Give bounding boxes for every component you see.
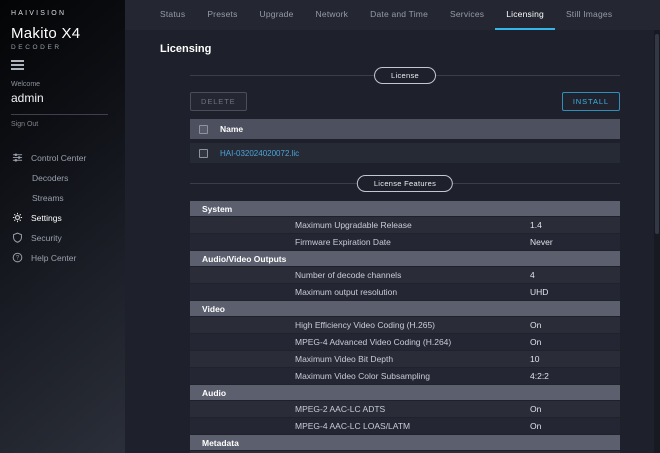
app-window: HAIVISION Makito X4 DECODER Welcome admi… <box>0 0 660 453</box>
tab-licensing[interactable]: Licensing <box>495 0 555 30</box>
sidebar-item-label: Security <box>31 233 62 243</box>
feature-value: 1.4 <box>530 220 620 230</box>
feature-row-firmware-expiration-date: Firmware Expiration DateNever <box>190 234 620 251</box>
sidebar-item-control-center[interactable]: Control Center <box>11 148 125 168</box>
features-section-divider: License Features <box>190 175 620 192</box>
sidebar-item-settings[interactable]: Settings <box>11 208 125 228</box>
feature-label: MPEG-4 Advanced Video Coding (H.264) <box>190 337 530 347</box>
select-all-checkbox[interactable] <box>199 125 208 134</box>
shield-icon <box>11 232 23 244</box>
help-icon: ? <box>11 252 23 264</box>
feature-label: Maximum Video Color Subsampling <box>190 371 530 381</box>
sidebar-item-label: Decoders <box>32 173 68 183</box>
welcome-label: Welcome <box>11 81 125 88</box>
svg-text:?: ? <box>15 256 19 262</box>
license-section-badge: License <box>374 67 436 84</box>
feature-label: Maximum Upgradable Release <box>190 220 530 230</box>
tab-upgrade[interactable]: Upgrade <box>249 0 305 30</box>
sidebar-item-security[interactable]: Security <box>11 228 125 248</box>
features-section-badge: License Features <box>357 175 453 192</box>
feature-row-mpeg-2-aac-lc-adts: MPEG-2 AAC-LC ADTSOn <box>190 401 620 418</box>
feature-row-mpeg-4-advanced-video-coding-h-264-: MPEG-4 Advanced Video Coding (H.264)On <box>190 334 620 351</box>
tab-services[interactable]: Services <box>439 0 495 30</box>
gear-icon <box>11 212 23 224</box>
product-name: Makito X4 <box>11 25 125 42</box>
feature-value: On <box>530 421 620 431</box>
brand-logo: HAIVISION <box>11 10 125 17</box>
sign-out-link[interactable]: Sign Out <box>11 121 125 128</box>
feature-row-high-efficiency-video-coding-h-265-: High Efficiency Video Coding (H.265)On <box>190 317 620 334</box>
tab-presets[interactable]: Presets <box>196 0 248 30</box>
sidebar-item-label: Settings <box>31 213 62 223</box>
feature-label: MPEG-2 AAC-LC ADTS <box>190 404 530 414</box>
feature-value: Never <box>530 237 620 247</box>
license-table-header: Name <box>190 119 620 139</box>
sidebar: HAIVISION Makito X4 DECODER Welcome admi… <box>0 0 125 453</box>
feature-label: High Efficiency Video Coding (H.265) <box>190 320 530 330</box>
device-type: DECODER <box>11 44 125 51</box>
username: admin <box>11 91 125 105</box>
feature-value: On <box>530 404 620 414</box>
license-file-link[interactable]: HAI-032024020072.lic <box>220 149 299 158</box>
feature-row-maximum-video-bit-depth: Maximum Video Bit Depth10 <box>190 351 620 368</box>
license-section-divider: License <box>190 67 620 84</box>
feature-value: On <box>530 337 620 347</box>
sidebar-item-label: Help Center <box>31 253 76 263</box>
feature-row-maximum-video-color-subsampling: Maximum Video Color Subsampling4:2:2 <box>190 368 620 385</box>
feature-value: 4:2:2 <box>530 371 620 381</box>
feature-section-audio: Audio <box>190 385 620 401</box>
tab-status[interactable]: Status <box>149 0 196 30</box>
feature-row-maximum-upgradable-release: Maximum Upgradable Release1.4 <box>190 217 620 234</box>
feature-label: Firmware Expiration Date <box>190 237 530 247</box>
vertical-scrollbar[interactable] <box>654 30 660 453</box>
license-table: Name HAI-032024020072.lic <box>190 119 620 163</box>
license-row-checkbox[interactable] <box>199 149 208 158</box>
sidebar-item-help-center[interactable]: ? Help Center <box>11 248 125 268</box>
feature-value: 10 <box>530 354 620 364</box>
tab-still-images[interactable]: Still Images <box>555 0 623 30</box>
page-title: Licensing <box>160 43 620 55</box>
sidebar-item-label: Control Center <box>31 153 86 163</box>
menu-icon[interactable] <box>11 60 25 70</box>
feature-label: Maximum Video Bit Depth <box>190 354 530 364</box>
scrollbar-thumb[interactable] <box>655 34 659 234</box>
feature-label: MPEG-4 AAC-LC LOAS/LATM <box>190 421 530 431</box>
name-column-header: Name <box>220 124 243 134</box>
sidebar-item-streams[interactable]: Streams <box>11 188 125 208</box>
tab-network[interactable]: Network <box>305 0 360 30</box>
tab-date-and-time[interactable]: Date and Time <box>359 0 439 30</box>
main-area: StatusPresetsUpgradeNetworkDate and Time… <box>125 0 660 453</box>
sidebar-item-label: Streams <box>32 193 64 203</box>
install-button[interactable]: INSTALL <box>562 92 620 111</box>
sidebar-nav: Control Center Decoders Streams Settings Sec… <box>11 148 125 268</box>
feature-section-video: Video <box>190 301 620 317</box>
feature-row-maximum-output-resolution: Maximum output resolutionUHD <box>190 284 620 301</box>
feature-section-system: System <box>190 201 620 217</box>
feature-section-audio-video-outputs: Audio/Video Outputs <box>190 251 620 267</box>
feature-value: UHD <box>530 287 620 297</box>
feature-label: Number of decode channels <box>190 270 530 280</box>
feature-label: Maximum output resolution <box>190 287 530 297</box>
sidebar-item-decoders[interactable]: Decoders <box>11 168 125 188</box>
features-table: SystemMaximum Upgradable Release1.4Firmw… <box>190 201 620 453</box>
feature-section-metadata: Metadata <box>190 435 620 451</box>
feature-row-number-of-decode-channels: Number of decode channels4 <box>190 267 620 284</box>
license-table-row: HAI-032024020072.lic <box>190 143 620 163</box>
sidebar-divider <box>11 114 108 115</box>
license-toolbar: DELETE INSTALL <box>190 92 620 111</box>
topnav-tabs: StatusPresetsUpgradeNetworkDate and Time… <box>125 0 660 30</box>
delete-button[interactable]: DELETE <box>190 92 247 111</box>
content: Licensing License DELETE INSTALL Name HA… <box>125 30 660 453</box>
feature-value: On <box>530 320 620 330</box>
sliders-icon <box>11 152 23 164</box>
feature-row-mpeg-4-aac-lc-loas-latm: MPEG-4 AAC-LC LOAS/LATMOn <box>190 418 620 435</box>
feature-value: 4 <box>530 270 620 280</box>
